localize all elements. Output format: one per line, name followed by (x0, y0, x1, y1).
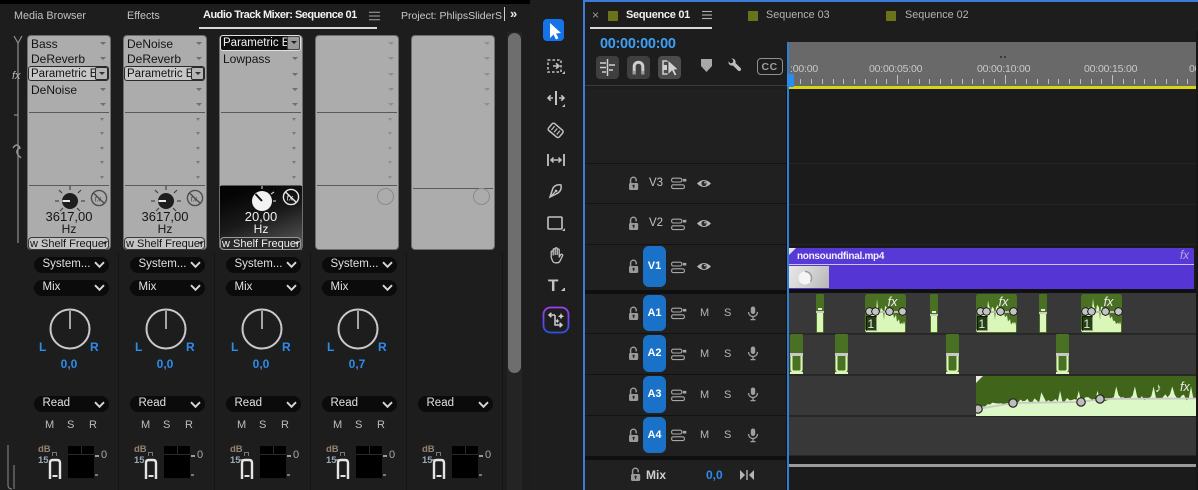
svg-text:fx: fx (12, 70, 21, 82)
